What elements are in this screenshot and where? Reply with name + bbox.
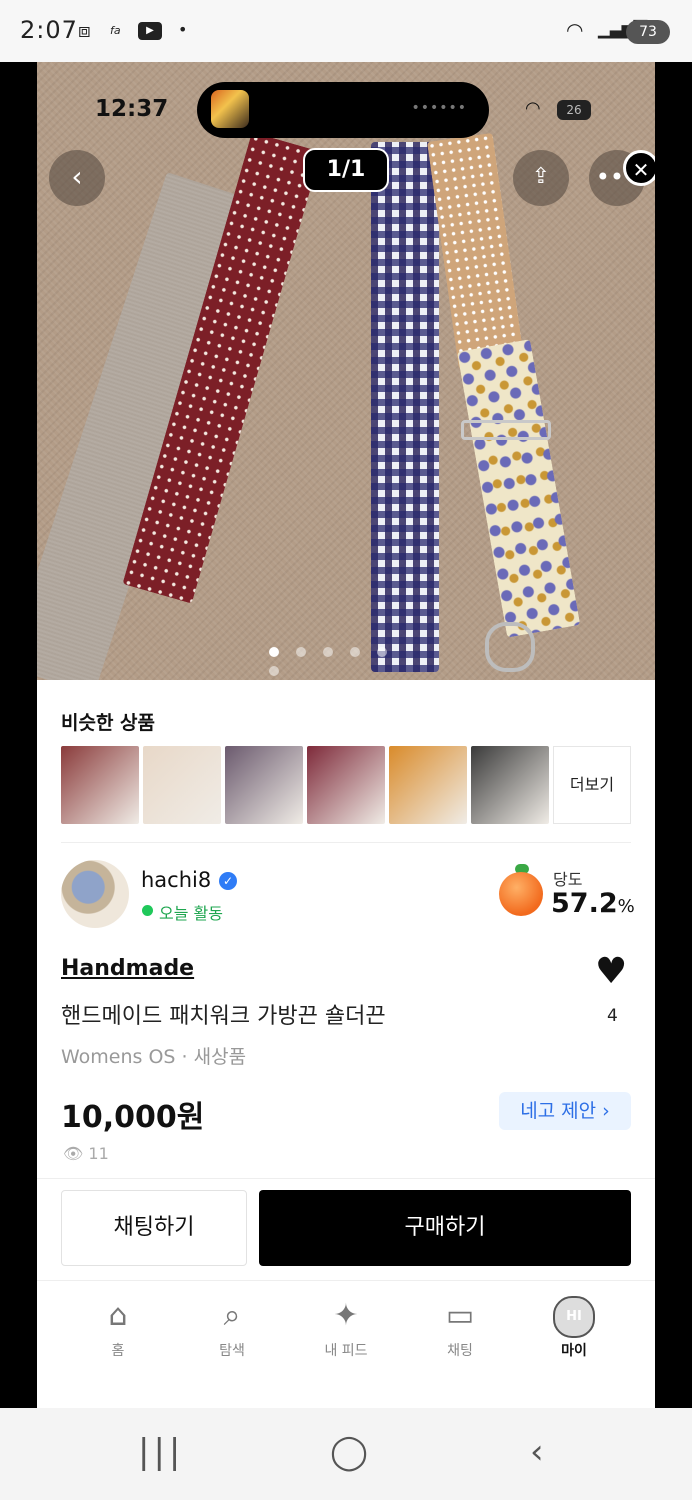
- divider: [37, 1280, 655, 1281]
- strap-gingham: [371, 142, 439, 672]
- chat-button[interactable]: 채팅하기: [61, 1190, 247, 1266]
- like-count: 4: [607, 1006, 618, 1026]
- sweetness-value: 57.2%: [551, 888, 635, 919]
- product-price: 10,000원: [61, 1100, 205, 1135]
- system-nav-bar: ||| ◯ ‹: [0, 1408, 692, 1500]
- seller-activity: 오늘 활동: [159, 904, 223, 923]
- eye-icon: 👁: [63, 1144, 84, 1163]
- similar-thumb[interactable]: [61, 746, 139, 824]
- nav-home-label: 홈: [111, 1343, 125, 1359]
- wifi-icon: ◠: [566, 18, 584, 42]
- buy-button[interactable]: 구매하기: [259, 1190, 631, 1266]
- pagination-dot: [350, 647, 360, 657]
- close-icon: ✕: [632, 158, 650, 182]
- dot-icon: •: [178, 20, 188, 39]
- similar-more-button[interactable]: 더보기: [553, 746, 631, 824]
- nav-chat[interactable]: ▭ 채팅: [405, 1294, 515, 1360]
- nav-chat-label: 채팅: [447, 1343, 473, 1359]
- home-icon: ⌂: [108, 1298, 128, 1333]
- dynamic-island: ••••••: [197, 82, 489, 138]
- divider: [61, 842, 631, 843]
- system-time: 2:07: [20, 16, 78, 44]
- nav-feed[interactable]: ✦ 내 피드: [291, 1294, 401, 1360]
- buckle: [461, 420, 551, 440]
- offer-button[interactable]: 네고 제안 ›: [499, 1092, 631, 1130]
- photo-counter: 1/1: [303, 148, 389, 192]
- battery-indicator: 73: [626, 20, 670, 44]
- strap-floral: [457, 339, 581, 638]
- system-status-bar: 2:07 ⧈ fa ▶ • ◠ ▁▃▅▇ 73: [0, 0, 692, 62]
- view-count: 👁 11: [63, 1144, 109, 1163]
- peach-icon: [499, 872, 543, 916]
- home-button[interactable]: ◯: [330, 1432, 368, 1472]
- app-screen: 12:37 •••••• ◠ 26 ‹ 1/1 ⇪ ••• ✕ 비슷한 상품 더…: [37, 62, 655, 1408]
- verified-icon: ✓: [219, 872, 237, 890]
- product-brand[interactable]: Handmade: [61, 956, 194, 981]
- nav-my-label: 마이: [561, 1343, 587, 1359]
- sparkle-icon: ✦: [333, 1298, 359, 1333]
- like-heart-icon[interactable]: ♥: [595, 954, 627, 990]
- avatar-icon: HI: [553, 1296, 595, 1338]
- chevron-left-icon: ‹: [71, 160, 83, 193]
- sweetness-unit: %: [617, 896, 635, 917]
- sweetness-number: 57.2: [551, 888, 618, 919]
- similar-title: 비슷한 상품: [61, 712, 156, 734]
- view-count-value: 11: [88, 1144, 109, 1163]
- nav-my[interactable]: HI 마이: [519, 1294, 629, 1360]
- similar-thumb[interactable]: [143, 746, 221, 824]
- screenshot-icon: ⧈: [78, 18, 91, 42]
- similar-thumb[interactable]: [471, 746, 549, 824]
- recent-apps-button[interactable]: |||: [138, 1432, 184, 1472]
- strap-beige-dot: [427, 132, 525, 370]
- product-title: 핸드메이드 패치워크 가방끈 숄더끈: [61, 1004, 386, 1029]
- nav-home[interactable]: ⌂ 홈: [63, 1294, 173, 1360]
- pagination-dot: [323, 647, 333, 657]
- active-status-dot: [142, 905, 153, 916]
- back-button[interactable]: ‹: [49, 150, 105, 206]
- share-icon: ⇪: [531, 164, 551, 189]
- divider: [37, 1178, 655, 1179]
- similar-thumb[interactable]: [307, 746, 385, 824]
- media-artwork-icon: [211, 90, 249, 128]
- close-button[interactable]: ✕: [623, 150, 655, 186]
- sweetness-label: 당도: [553, 870, 583, 889]
- seller-name[interactable]: hachi8: [141, 868, 211, 892]
- nav-search-label: 탐색: [219, 1343, 245, 1359]
- inner-wifi-icon: ◠: [525, 98, 541, 119]
- similar-thumb[interactable]: [225, 746, 303, 824]
- similar-thumb[interactable]: [389, 746, 467, 824]
- pagination-dot: [269, 647, 279, 657]
- pagination-dot: [269, 666, 279, 676]
- system-back-button[interactable]: ‹: [530, 1432, 544, 1472]
- waveform-icon: ••••••: [411, 100, 467, 116]
- share-button[interactable]: ⇪: [513, 150, 569, 206]
- photo-pagination: [269, 642, 429, 676]
- pagination-dot: [377, 647, 387, 657]
- product-meta: Womens OS · 새상품: [61, 1046, 247, 1068]
- inner-status-time: 12:37: [95, 96, 169, 122]
- pagination-dot: [296, 647, 306, 657]
- youtube-icon: ▶: [138, 22, 162, 40]
- nav-search[interactable]: ⌕ 탐색: [177, 1294, 287, 1360]
- search-icon: ⌕: [223, 1298, 241, 1333]
- chat-icon: ▭: [445, 1298, 475, 1333]
- seller-avatar[interactable]: [61, 860, 129, 928]
- app-icon: fa: [110, 24, 121, 37]
- inner-battery: 26: [557, 100, 591, 120]
- nav-feed-label: 내 피드: [324, 1343, 368, 1359]
- clasp: [485, 622, 535, 672]
- product-photo[interactable]: 12:37 •••••• ◠ 26 ‹ 1/1 ⇪ ••• ✕: [37, 62, 655, 680]
